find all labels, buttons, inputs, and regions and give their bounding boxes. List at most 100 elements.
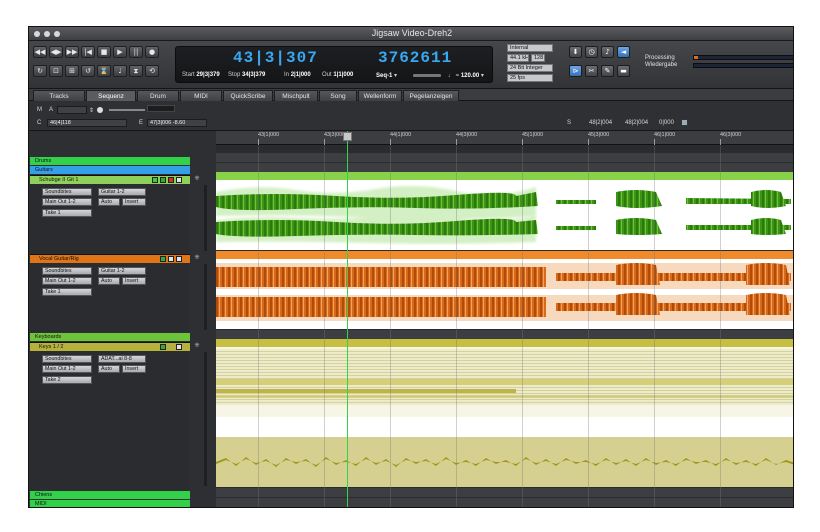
- track-name[interactable]: Vocal Guitar/Rig: [30, 255, 190, 263]
- scissors-icon[interactable]: ✂: [585, 65, 598, 77]
- track-name[interactable]: Schubge II Git 1: [30, 176, 190, 184]
- track-auto-dropdown[interactable]: Auto: [98, 365, 120, 373]
- in-value[interactable]: 2|1|000: [291, 72, 311, 78]
- measure-counter[interactable]: 43|3|307: [233, 49, 318, 67]
- selection-start[interactable]: 48|2|004: [589, 120, 612, 126]
- zoom-slider[interactable]: [109, 109, 145, 111]
- mute-button[interactable]: [168, 256, 174, 262]
- track-name[interactable]: Keys 1 / 2: [30, 343, 190, 351]
- selection-toggle-icon[interactable]: [681, 119, 688, 126]
- tab-song[interactable]: Song: [319, 90, 357, 101]
- record-button[interactable]: ●: [145, 46, 159, 58]
- shuttle-button[interactable]: ◀▶: [49, 46, 63, 58]
- position-knob-icon[interactable]: [97, 107, 103, 113]
- track-height-handle[interactable]: [204, 185, 207, 251]
- stop-button[interactable]: ■: [97, 46, 111, 58]
- a-field[interactable]: [57, 106, 87, 114]
- folder-keyboards[interactable]: Keyboards: [30, 333, 190, 341]
- memory-cycle-icon[interactable]: ⟲: [145, 65, 159, 77]
- speaker-icon[interactable]: ◄: [617, 46, 630, 58]
- loop-icon[interactable]: ↻: [33, 65, 47, 77]
- pencil-icon[interactable]: ✎: [601, 65, 614, 77]
- tab-sequenz[interactable]: Sequenz: [86, 90, 136, 101]
- track-output-dropdown[interactable]: Guitar 1-2: [98, 267, 146, 275]
- tab-midi[interactable]: MIDI: [180, 90, 222, 101]
- countoff-icon[interactable]: ⧗: [129, 65, 143, 77]
- tab-drum[interactable]: Drum: [137, 90, 179, 101]
- stop-value[interactable]: 34|3|379: [242, 72, 265, 78]
- overdub-icon[interactable]: ⊞: [65, 65, 79, 77]
- tab-mischpult[interactable]: Mischpult: [274, 90, 318, 101]
- tab-tracks[interactable]: Tracks: [33, 90, 85, 101]
- bit-depth-dropdown[interactable]: 24 Bit Integer: [507, 64, 553, 72]
- keys-soundbite[interactable]: [216, 339, 793, 487]
- rewind-button[interactable]: ◀◀: [33, 46, 47, 58]
- input-monitor-button[interactable]: [176, 256, 182, 262]
- punch-icon[interactable]: ⊡: [49, 65, 63, 77]
- e-value[interactable]: 47|3|006 -8.60: [147, 119, 207, 127]
- input-monitor-icon[interactable]: ⬇: [569, 46, 582, 58]
- track-output-dropdown[interactable]: ADAT...al 8-8: [98, 355, 146, 363]
- track-take-dropdown[interactable]: Take 1: [42, 209, 92, 217]
- pause-button[interactable]: ||: [129, 46, 143, 58]
- vocal-soundbite[interactable]: [216, 251, 793, 329]
- track-take-dropdown[interactable]: Take 2: [42, 376, 92, 384]
- track-height-handle[interactable]: [204, 264, 207, 330]
- track-output-dropdown[interactable]: Guitar 1-2: [98, 188, 146, 196]
- auto-rewind-icon[interactable]: ↺: [81, 65, 95, 77]
- click-icon[interactable]: ♩: [113, 65, 127, 77]
- track-height-handle[interactable]: [204, 352, 207, 486]
- track-input-dropdown[interactable]: Soundbites: [42, 188, 92, 196]
- frame-rate-dropdown[interactable]: 25 fps: [507, 74, 553, 82]
- tab-pegelanzeigen[interactable]: Pegelanzeigen: [403, 90, 459, 101]
- tempo-display[interactable]: ♩ = 120.00 ▾: [448, 72, 484, 79]
- sequence-editor[interactable]: [216, 146, 793, 507]
- sequence-selector[interactable]: Seq-1 ▾: [376, 72, 397, 79]
- stepper-icon[interactable]: ⇕: [89, 107, 94, 114]
- track-main-out-dropdown[interactable]: Main Out 1-2: [42, 198, 92, 206]
- sample-counter[interactable]: 3762611: [378, 49, 452, 67]
- input-monitor-button[interactable]: [176, 177, 182, 183]
- return-to-start-button[interactable]: |◀: [81, 46, 95, 58]
- sample-rate-dropdown[interactable]: 44.1 kHz: [507, 54, 529, 62]
- folder-drums[interactable]: Drums: [30, 157, 190, 165]
- tab-quickscribe[interactable]: QuickScribe: [223, 90, 273, 101]
- track-auto-dropdown[interactable]: Auto: [98, 198, 120, 206]
- playhead-cursor[interactable]: [347, 131, 348, 507]
- wait-icon[interactable]: ⌛: [97, 65, 111, 77]
- sync-source-dropdown[interactable]: Internal: [507, 44, 553, 52]
- track-take-dropdown[interactable]: Take 1: [42, 288, 92, 296]
- tab-wellenform[interactable]: Wellenform: [358, 90, 402, 101]
- solo-button[interactable]: [160, 344, 166, 350]
- start-value[interactable]: 29|3|379: [196, 72, 219, 78]
- selection-length[interactable]: 0|000: [659, 120, 674, 126]
- folder-chiens[interactable]: Chiens: [30, 491, 190, 499]
- timeline-ruler[interactable]: 43|1|000 43|3|000 44|1|000 44|3|000 45|1…: [216, 131, 793, 145]
- track-options-icon[interactable]: ⁜: [192, 175, 202, 183]
- track-main-out-dropdown[interactable]: Main Out 1-2: [42, 365, 92, 373]
- input-monitor-button[interactable]: [176, 344, 182, 350]
- solo-button[interactable]: [160, 256, 166, 262]
- c-value[interactable]: 46|4|118: [47, 119, 127, 127]
- folder-midi[interactable]: MIDI: [30, 500, 190, 507]
- play-button[interactable]: ▶: [113, 46, 127, 58]
- track-insert-dropdown[interactable]: Insert: [122, 198, 146, 206]
- tempo-slider[interactable]: [413, 74, 441, 77]
- record-enable-button[interactable]: [152, 177, 158, 183]
- track-options-icon[interactable]: ⁜: [192, 254, 202, 262]
- track-input-dropdown[interactable]: Soundbites: [42, 355, 92, 363]
- solo-button[interactable]: [160, 177, 166, 183]
- buffer-dropdown[interactable]: 128: [531, 54, 545, 62]
- clock-icon[interactable]: ◷: [585, 46, 598, 58]
- track-main-out-dropdown[interactable]: Main Out 1-2: [42, 277, 92, 285]
- eraser-icon[interactable]: ▬: [617, 65, 630, 77]
- out-value[interactable]: 1|1|000: [333, 72, 353, 78]
- tuner-icon[interactable]: ♪: [601, 46, 614, 58]
- fast-forward-button[interactable]: ▶▶: [65, 46, 79, 58]
- guitar-soundbite[interactable]: [216, 172, 793, 250]
- playhead-handle[interactable]: [343, 132, 352, 141]
- track-insert-dropdown[interactable]: Insert: [122, 277, 146, 285]
- folder-guitars[interactable]: Guitars: [30, 166, 190, 174]
- track-insert-dropdown[interactable]: Insert: [122, 365, 146, 373]
- track-input-dropdown[interactable]: Soundbites: [42, 267, 92, 275]
